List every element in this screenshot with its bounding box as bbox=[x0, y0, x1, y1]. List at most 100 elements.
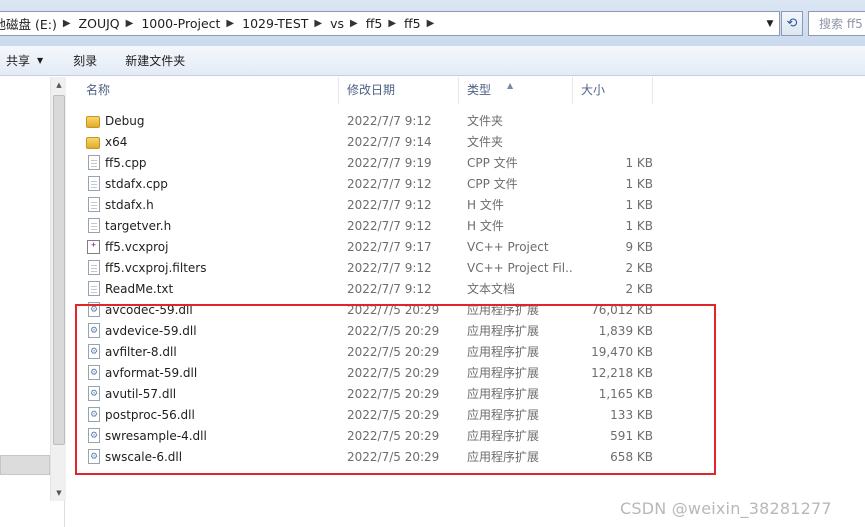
file-name-cell[interactable]: targetver.h bbox=[66, 218, 339, 233]
file-row[interactable]: stdafx.cpp 2022/7/7 9:12 CPP 文件 1 KB bbox=[66, 173, 865, 194]
file-name: x64 bbox=[105, 134, 128, 149]
file-date: 2022/7/7 9:14 bbox=[347, 134, 432, 149]
column-type-label: 类型 bbox=[467, 83, 492, 97]
file-name: ff5.cpp bbox=[105, 155, 147, 170]
file-type: CPP 文件 bbox=[467, 177, 518, 191]
breadcrumb-label: ff5 bbox=[404, 16, 421, 31]
breadcrumb-drive[interactable]: 本地磁盘 (E:) ▶ bbox=[0, 12, 74, 35]
chevron-right-icon[interactable]: ▶ bbox=[62, 18, 74, 29]
file-name-cell[interactable]: x64 bbox=[66, 135, 339, 149]
command-toolbar: 共享 ▼ 刻录 新建文件夹 bbox=[0, 46, 865, 76]
file-name-cell[interactable]: Debug bbox=[66, 114, 339, 128]
file-date: 2022/7/7 9:12 bbox=[347, 113, 432, 128]
column-name-label: 名称 bbox=[86, 83, 111, 97]
column-date[interactable]: 修改日期 bbox=[339, 77, 459, 104]
file-type: 文件夹 bbox=[467, 114, 504, 128]
file-name: stdafx.h bbox=[105, 197, 154, 212]
file-size: 1 KB bbox=[625, 197, 653, 212]
file-name: Debug bbox=[105, 113, 145, 128]
chevron-right-icon[interactable]: ▶ bbox=[313, 18, 325, 29]
column-type[interactable]: ▲ 类型 bbox=[459, 77, 573, 104]
file-row[interactable]: stdafx.h 2022/7/7 9:12 H 文件 1 KB bbox=[66, 194, 865, 215]
address-bar-area: 本地磁盘 (E:) ▶ ZOUJQ ▶ 1000-Project ▶ 1029-TES… bbox=[0, 0, 865, 46]
file-size: 9 KB bbox=[625, 239, 653, 254]
breadcrumb-zoujq[interactable]: ZOUJQ ▶ bbox=[74, 12, 137, 35]
breadcrumb-label: vs bbox=[330, 16, 345, 31]
file-name: ff5.vcxproj bbox=[105, 239, 169, 254]
breadcrumb-ff5-current[interactable]: ff5 ▶ bbox=[399, 12, 437, 35]
file-type: 文本文档 bbox=[467, 282, 516, 296]
file-type: H 文件 bbox=[467, 198, 504, 212]
file-name-cell[interactable]: ⁺ ff5.vcxproj bbox=[66, 239, 339, 254]
file-row[interactable]: ff5.vcxproj.filters 2022/7/7 9:12 VC++ Pro… bbox=[66, 257, 865, 278]
file-size: 2 KB bbox=[625, 281, 653, 296]
chevron-right-icon[interactable]: ▶ bbox=[349, 18, 361, 29]
file-type: VC++ Project bbox=[467, 239, 549, 254]
chevron-down-icon: ▼ bbox=[37, 56, 44, 65]
file-name: ReadMe.txt bbox=[105, 281, 174, 296]
file-row[interactable]: x64 2022/7/7 9:14 文件夹 bbox=[66, 131, 865, 152]
file-date: 2022/7/7 9:19 bbox=[347, 155, 432, 170]
breadcrumb-ff5-parent[interactable]: ff5 ▶ bbox=[361, 12, 399, 35]
file-name-cell[interactable]: stdafx.h bbox=[66, 197, 339, 212]
chevron-right-icon[interactable]: ▶ bbox=[225, 18, 237, 29]
file-type: 文件夹 bbox=[467, 135, 504, 149]
file-name-cell[interactable]: stdafx.cpp bbox=[66, 176, 339, 191]
folder-icon bbox=[86, 115, 100, 128]
scroll-down-icon[interactable]: ▼ bbox=[51, 489, 67, 497]
nav-scrollbar[interactable]: ▲ ▼ bbox=[50, 77, 66, 501]
chevron-right-icon[interactable]: ▶ bbox=[125, 18, 137, 29]
file-type: VC++ Project Fil... bbox=[467, 260, 573, 275]
column-date-label: 修改日期 bbox=[347, 83, 396, 97]
file-name: ff5.vcxproj.filters bbox=[105, 260, 207, 275]
folder-icon bbox=[86, 136, 100, 149]
column-size-label: 大小 bbox=[581, 83, 606, 97]
file-name: stdafx.cpp bbox=[105, 176, 168, 191]
column-name[interactable]: 名称 bbox=[66, 77, 339, 104]
address-history-dropdown-icon[interactable]: ▼ bbox=[761, 12, 779, 35]
breadcrumb-1029-test[interactable]: 1029-TEST ▶ bbox=[237, 12, 325, 35]
file-row[interactable]: targetver.h 2022/7/7 9:12 H 文件 1 KB bbox=[66, 215, 865, 236]
chevron-right-icon[interactable]: ▶ bbox=[387, 18, 399, 29]
chevron-right-icon[interactable]: ▶ bbox=[426, 18, 438, 29]
scroll-up-icon[interactable]: ▲ bbox=[51, 81, 67, 89]
breadcrumb-label: 1029-TEST bbox=[242, 16, 309, 31]
file-name-cell[interactable]: ff5.cpp bbox=[66, 155, 339, 170]
refresh-icon[interactable]: ⟲ bbox=[781, 11, 803, 36]
file-size: 2 KB bbox=[625, 260, 653, 275]
file-name-cell[interactable]: ff5.vcxproj.filters bbox=[66, 260, 339, 275]
file-date: 2022/7/7 9:12 bbox=[347, 260, 432, 275]
file-name-cell[interactable]: ReadMe.txt bbox=[66, 281, 339, 296]
cpp-file-icon bbox=[88, 176, 100, 191]
file-row[interactable]: Debug 2022/7/7 9:12 文件夹 bbox=[66, 110, 865, 131]
vcxproj-icon: ⁺ bbox=[87, 239, 100, 254]
search-input[interactable]: 搜索 ff5 bbox=[808, 11, 865, 36]
share-label: 共享 bbox=[6, 54, 31, 68]
address-bar[interactable]: 本地磁盘 (E:) ▶ ZOUJQ ▶ 1000-Project ▶ 1029-TES… bbox=[0, 11, 780, 36]
file-size: 1 KB bbox=[625, 218, 653, 233]
cpp-file-icon bbox=[88, 155, 100, 170]
column-size[interactable]: 大小 bbox=[573, 77, 653, 104]
new-folder-label: 新建文件夹 bbox=[125, 54, 186, 68]
file-date: 2022/7/7 9:12 bbox=[347, 197, 432, 212]
watermark: CSDN @weixin_38281277 bbox=[620, 499, 832, 518]
file-row[interactable]: ff5.cpp 2022/7/7 9:19 CPP 文件 1 KB bbox=[66, 152, 865, 173]
burn-button[interactable]: 刻录 bbox=[57, 46, 111, 75]
breadcrumb-label: ff5 bbox=[365, 16, 383, 31]
scroll-thumb[interactable] bbox=[53, 95, 65, 445]
text-file-icon bbox=[88, 281, 100, 296]
breadcrumb-label: ZOUJQ bbox=[78, 16, 120, 31]
new-folder-button[interactable]: 新建文件夹 bbox=[111, 46, 199, 75]
header-file-icon bbox=[88, 218, 100, 233]
breadcrumb-1000-project[interactable]: 1000-Project ▶ bbox=[136, 12, 237, 35]
file-row[interactable]: ReadMe.txt 2022/7/7 9:12 文本文档 2 KB bbox=[66, 278, 865, 299]
nav-selected-item[interactable] bbox=[0, 455, 50, 475]
file-size: 1 KB bbox=[625, 176, 653, 191]
search-placeholder: 搜索 ff5 bbox=[819, 17, 863, 31]
breadcrumb-vs[interactable]: vs ▶ bbox=[325, 12, 361, 35]
breadcrumb-label: 1000-Project bbox=[141, 16, 221, 31]
file-row[interactable]: ⁺ ff5.vcxproj 2022/7/7 9:17 VC++ Project 9 K… bbox=[66, 236, 865, 257]
share-button[interactable]: 共享 ▼ bbox=[0, 46, 57, 75]
highlight-box bbox=[75, 304, 716, 475]
file-type: H 文件 bbox=[467, 219, 504, 233]
